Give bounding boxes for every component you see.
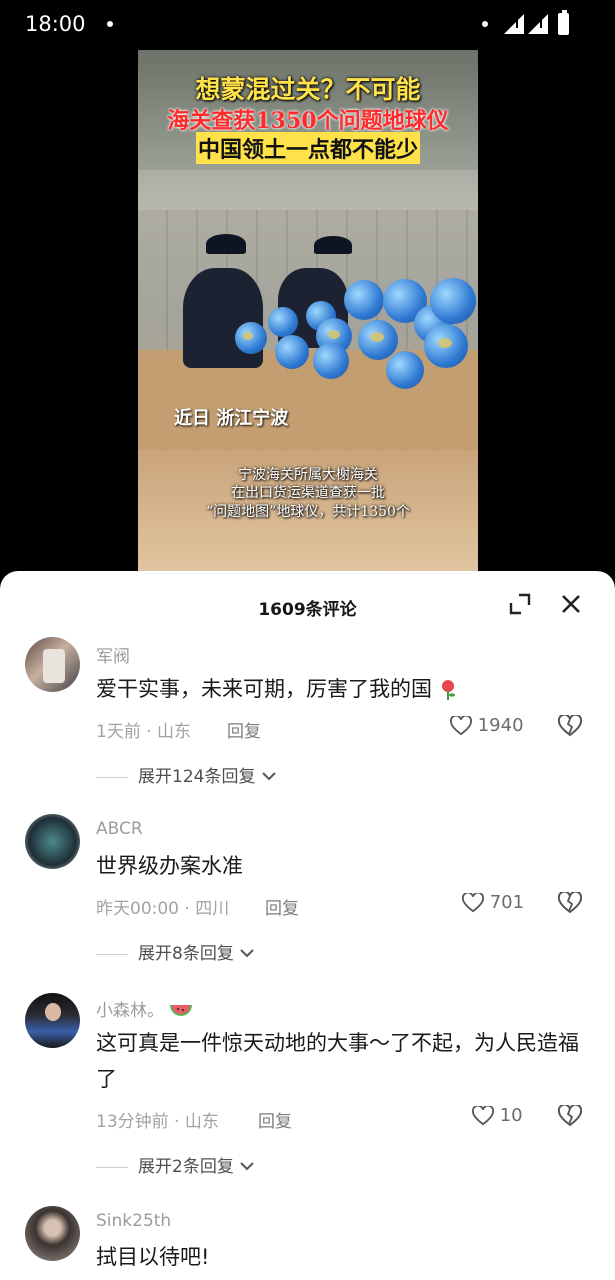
video-title-line1: 想蒙混过关？不可能 (195, 75, 421, 104)
notification-dot-icon (107, 21, 113, 27)
like-button[interactable]: 1940 (450, 714, 524, 736)
comment-meta: 1天前 · 山东 (96, 722, 192, 742)
signal-icon (528, 14, 548, 34)
comment-username[interactable]: 小森林。 (96, 996, 193, 1021)
video-subtitle-line3: “问题地图”地球仪，共计1350个 (206, 504, 410, 520)
comment-text[interactable]: 这可真是一件惊天动地的大事～了不起，为人民造福了 (96, 1025, 591, 1097)
heart-icon (462, 891, 484, 913)
comment-item: ABCR 世界级办案水准 昨天00:00 · 四川 回复 701 展开8条回复 (0, 814, 615, 974)
broken-heart-icon (557, 1103, 583, 1127)
expand-replies-label: 展开124条回复 (138, 767, 256, 787)
like-count: 10 (499, 1105, 523, 1126)
expand-replies-button[interactable]: 展开8条回复 (96, 939, 255, 964)
officer-cap (314, 236, 352, 254)
comment-sheet: 1609条评论 军阀 爱干实事，未来可期，厉害了我的国 1天前 · 山东 回复 … (0, 571, 615, 1280)
broken-heart-icon (557, 713, 583, 737)
dislike-button[interactable] (557, 890, 583, 914)
username-text: 小森林。 (96, 1001, 164, 1021)
dislike-button[interactable] (557, 713, 583, 737)
comment-text-content: 爱干实事，未来可期，厉害了我的国 (96, 677, 432, 701)
like-button[interactable]: 10 (472, 1104, 523, 1126)
signal-icon (504, 14, 524, 34)
reply-button[interactable]: 回复 (265, 894, 299, 919)
avatar[interactable] (25, 1206, 80, 1261)
comment-text[interactable]: 世界级办案水准 (96, 848, 591, 884)
like-button[interactable]: 701 (462, 891, 525, 913)
expand-replies-label: 展开8条回复 (138, 944, 234, 964)
video-location-caption: 近日 浙江宁波 (174, 408, 289, 429)
like-count: 701 (489, 892, 525, 913)
chevron-down-icon (240, 949, 254, 958)
comment-text[interactable]: 拭目以待吧! (96, 1239, 591, 1275)
battery-icon (558, 10, 569, 35)
rose-emoji-icon (441, 680, 455, 700)
chevron-down-icon (262, 772, 276, 781)
comment-meta: 13分钟前 · 山东 (96, 1112, 219, 1132)
dislike-button[interactable] (557, 1103, 583, 1127)
avatar[interactable] (25, 637, 80, 692)
video-player[interactable]: 想蒙混过关？不可能 海关查获1350个问题地球仪 中国领土一点都不能少 近日 浙… (138, 50, 478, 575)
avatar[interactable] (25, 993, 80, 1048)
comment-username[interactable]: Sink25th (96, 1211, 171, 1231)
watermelon-emoji-icon (170, 1004, 193, 1016)
reply-button[interactable]: 回复 (258, 1107, 292, 1132)
officer-cap (206, 234, 246, 254)
expand-replies-label: 展开2条回复 (138, 1157, 234, 1177)
comment-text[interactable]: 爱干实事，未来可期，厉害了我的国 (96, 671, 591, 707)
comment-item: 小森林。 这可真是一件惊天动地的大事～了不起，为人民造福了 13分钟前 · 山东… (0, 991, 615, 1186)
video-title-line2: 海关查获1350个问题地球仪 (167, 108, 449, 134)
comment-item: Sink25th 拭目以待吧! (0, 1206, 615, 1280)
status-time: 18:00 (25, 12, 86, 36)
heart-icon (472, 1104, 494, 1126)
reply-button[interactable]: 回复 (227, 717, 261, 742)
broken-heart-icon (557, 890, 583, 914)
chevron-down-icon (240, 1162, 254, 1171)
comment-meta: 昨天00:00 · 四川 (96, 899, 230, 919)
expand-replies-button[interactable]: 展开2条回复 (96, 1152, 255, 1177)
expand-replies-button[interactable]: 展开124条回复 (96, 762, 277, 787)
comment-item: 军阀 爱干实事，未来可期，厉害了我的国 1天前 · 山东 回复 1940 展开1… (0, 637, 615, 797)
comment-username[interactable]: 军阀 (96, 642, 130, 667)
close-icon[interactable] (558, 591, 584, 617)
video-subtitle-line2: 在出口货运渠道查获一批 (231, 485, 385, 501)
like-count: 1940 (477, 715, 524, 736)
status-bar: 18:00 (0, 0, 615, 50)
fullscreen-icon[interactable] (505, 591, 535, 617)
video-subtitle-line1: 宁波海关所属大榭海关 (238, 467, 378, 483)
avatar[interactable] (25, 814, 80, 869)
heart-icon (450, 714, 472, 736)
video-title-line3: 中国领土一点都不能少 (196, 132, 420, 164)
notification-dot-icon (482, 21, 488, 27)
comment-username[interactable]: ABCR (96, 819, 143, 839)
